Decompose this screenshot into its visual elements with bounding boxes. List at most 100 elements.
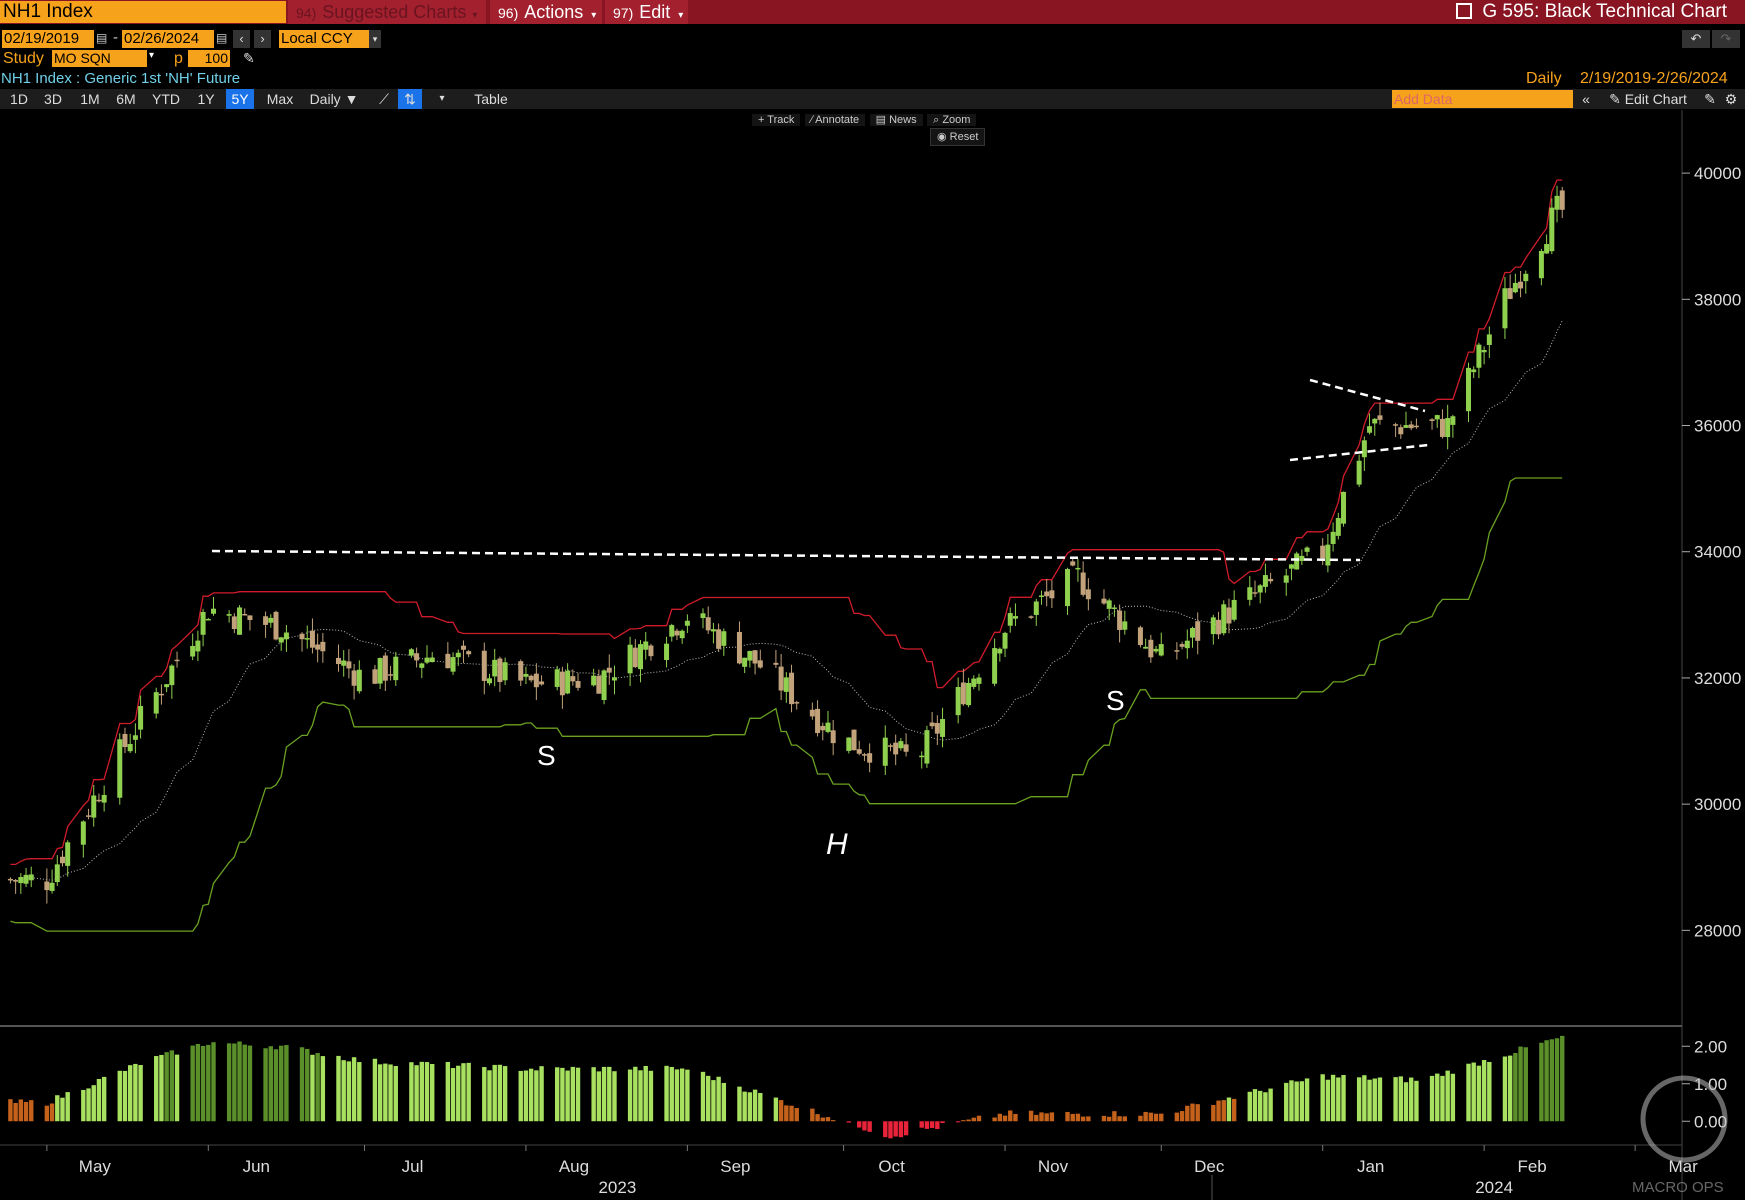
p-value-field[interactable]: 100	[188, 50, 230, 67]
candle-body	[1361, 440, 1367, 458]
tab-1d[interactable]: 1D	[4, 89, 34, 109]
sqn-bar	[1554, 1038, 1560, 1122]
tab-3d[interactable]: 3D	[38, 89, 68, 109]
suggested-charts-menu[interactable]: 94) Suggested Charts ▾	[288, 0, 486, 24]
undo-icon[interactable]: ↶	[1682, 30, 1710, 48]
sqn-bar	[601, 1066, 607, 1122]
candle-body	[23, 874, 29, 884]
tab-6m[interactable]: 6M	[110, 89, 142, 109]
add-data-input[interactable]: Add Data	[1392, 90, 1573, 108]
candle-body	[65, 842, 71, 866]
end-date-field[interactable]: 02/26/2024	[122, 30, 214, 48]
sqn-bar	[742, 1091, 747, 1122]
line-chart-icon[interactable]: ⟋	[372, 89, 396, 109]
menu-number: 97)	[613, 5, 634, 21]
candle-body	[736, 631, 742, 664]
chevron-down-icon[interactable]: ▾	[369, 30, 381, 48]
candle-body	[1554, 195, 1560, 210]
candle-body	[335, 657, 341, 665]
sqn-bar	[1445, 1070, 1450, 1122]
candle-body	[638, 644, 644, 670]
period-select[interactable]: Daily ▼	[304, 89, 364, 109]
window-title-text: G 595: Black Technical Chart	[1482, 1, 1727, 22]
candle-body	[351, 670, 357, 686]
edit-chart-button[interactable]: ✎ Edit Chart	[1598, 89, 1698, 109]
x-tick-label: Jul	[402, 1157, 424, 1176]
calendar-icon[interactable]: ▤	[96, 31, 107, 45]
tab-1m[interactable]: 1M	[74, 89, 106, 109]
next-arrow-icon[interactable]: ›	[254, 30, 271, 48]
sqn-bar	[164, 1052, 169, 1122]
candle-body	[28, 874, 34, 881]
candle-body	[408, 649, 414, 656]
actions-menu[interactable]: 96) Actions ▾	[490, 0, 602, 24]
candle-body	[1028, 616, 1034, 618]
collapse-icon[interactable]: «	[1576, 89, 1596, 109]
candle-body	[898, 741, 904, 749]
currency-select[interactable]: Local CCY	[279, 30, 369, 48]
candle-body	[1174, 650, 1180, 652]
candle-body	[992, 648, 998, 684]
table-button[interactable]: Table	[466, 89, 516, 109]
sqn-bar	[414, 1065, 419, 1122]
sqn-bar	[351, 1057, 357, 1122]
sqn-bar	[29, 1100, 34, 1122]
sqn-bar	[747, 1092, 753, 1122]
candle-body	[101, 794, 107, 803]
ticker-input[interactable]: NH1 Index	[0, 1, 286, 23]
calendar-icon[interactable]: ▤	[216, 31, 227, 45]
start-date-field[interactable]: 02/19/2019	[2, 30, 94, 48]
tab-1y[interactable]: 1Y	[190, 89, 222, 109]
sqn-bar	[1159, 1113, 1164, 1122]
external-link-icon[interactable]	[1456, 3, 1473, 19]
candle-body	[1153, 648, 1159, 652]
sqn-bar	[883, 1121, 888, 1138]
candle-body	[1288, 564, 1294, 569]
candle-body	[1012, 616, 1018, 619]
sqn-bar	[273, 1049, 279, 1122]
pencil-icon[interactable]: ✎	[243, 50, 255, 67]
x-tick-label: Nov	[1038, 1157, 1069, 1176]
sqn-bar	[1299, 1081, 1305, 1122]
candle-body	[1283, 575, 1289, 583]
candle-body	[158, 693, 164, 696]
sqn-bar	[268, 1046, 273, 1122]
candle-body	[18, 877, 24, 884]
tab-ytd[interactable]: YTD	[148, 89, 184, 109]
candle-body	[643, 641, 649, 650]
sqn-bar	[1153, 1113, 1159, 1122]
price-chart[interactable]: 28000 30000 32000 34000 36000 38000 40000 2.00…	[0, 110, 1745, 1200]
date-range-label: 2/19/2019-2/26/2024	[1580, 70, 1728, 87]
sqn-bar	[700, 1071, 706, 1122]
candle-body	[1481, 349, 1487, 353]
candle-body	[929, 722, 935, 727]
sqn-bar	[96, 1078, 102, 1122]
sqn-bar	[1325, 1079, 1331, 1122]
candle-body	[997, 648, 1003, 654]
tab-5y[interactable]: 5Y	[226, 89, 254, 109]
candle-body	[1299, 555, 1305, 561]
gear-icon[interactable]: ⚙	[1720, 89, 1742, 109]
sqn-bar	[169, 1050, 175, 1122]
redo-icon[interactable]: ↷	[1712, 30, 1740, 48]
prev-arrow-icon[interactable]: ‹	[233, 30, 250, 48]
candle-body	[523, 673, 529, 677]
sqn-bar	[1284, 1082, 1289, 1122]
candle-body	[1122, 621, 1128, 630]
sqn-bar	[867, 1121, 872, 1132]
sqn-bar	[226, 1043, 232, 1122]
osc-y-tick-label: 2.00	[1694, 1037, 1727, 1056]
chevron-down-icon: ▾	[678, 10, 684, 21]
edit-menu[interactable]: 97) Edit ▾	[605, 0, 688, 24]
sqn-bar	[1476, 1065, 1482, 1122]
study-select[interactable]: MO SQN	[52, 50, 147, 67]
edit-layout-icon[interactable]: ✎	[1700, 89, 1720, 109]
candlestick-icon[interactable]: ⇅	[398, 89, 422, 109]
tab-max[interactable]: Max	[262, 89, 298, 109]
candle-body	[226, 614, 232, 616]
sqn-bar	[305, 1048, 310, 1122]
chevron-down-icon[interactable]: ▾	[149, 50, 154, 61]
candle-body	[664, 643, 670, 661]
chevron-down-icon[interactable]: ▾	[432, 89, 452, 109]
candle-body	[138, 706, 144, 730]
